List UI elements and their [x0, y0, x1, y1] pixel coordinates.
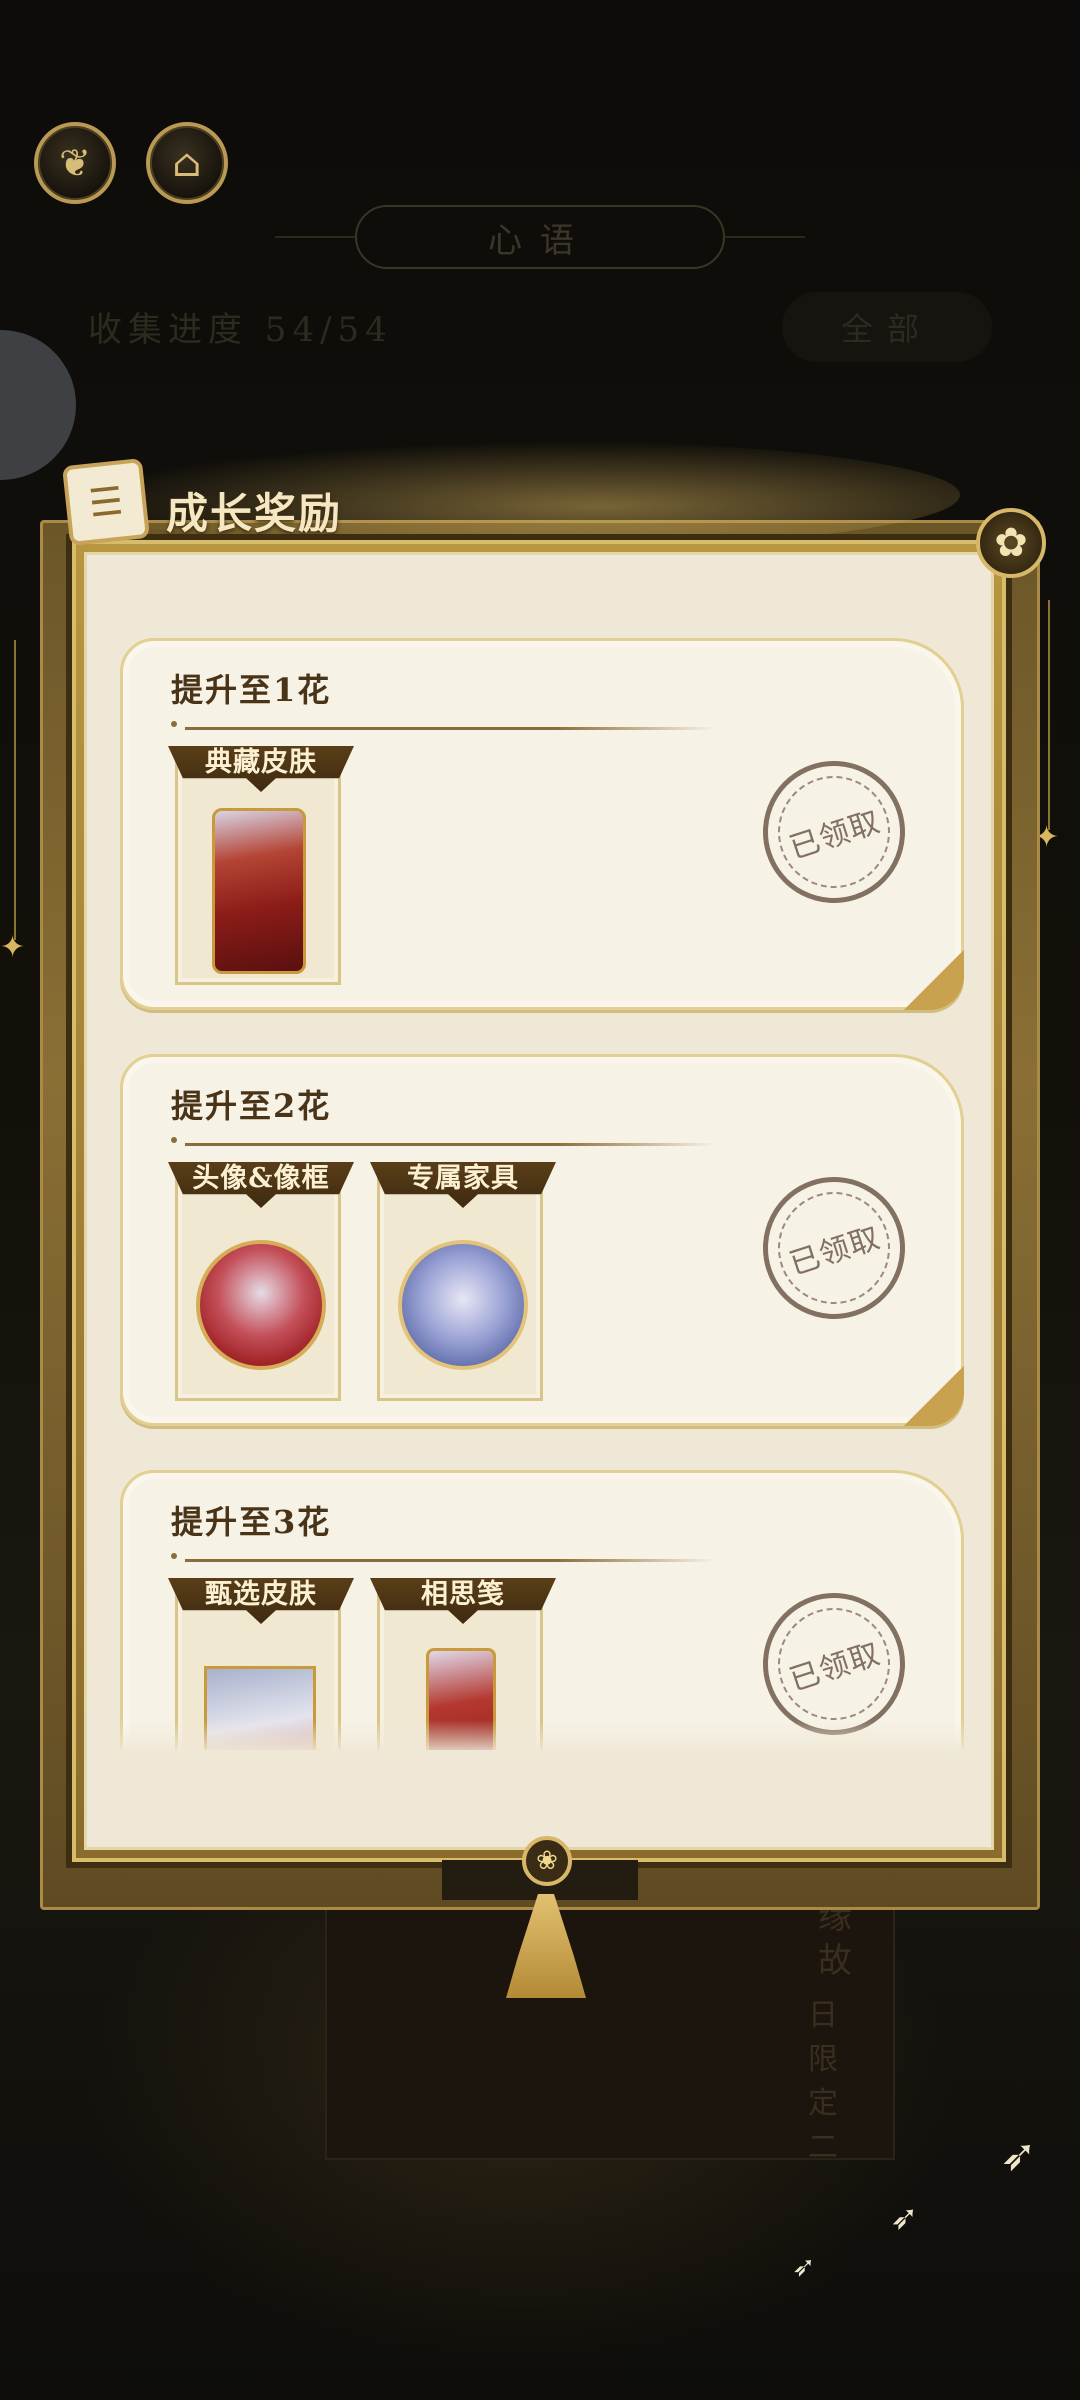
flower-close-icon: ✿ [994, 520, 1028, 566]
reward-tier-list[interactable]: 提升至1花 典藏皮肤 已领取 提升至2花 头像&像框 专属家具 已领取 提升至3… [114, 634, 974, 1750]
claimed-stamp: 已领取 [744, 742, 924, 922]
reward-tier-3: 提升至3花 甄选皮肤 相思笺 已领取 [120, 1470, 964, 1750]
collection-progress: 收集进度 54/54 [88, 310, 393, 350]
furniture-image [398, 1240, 528, 1370]
reward-item-skin[interactable]: 典藏皮肤 [168, 746, 354, 985]
chain-ornament [1048, 600, 1050, 830]
chain-ornament [14, 640, 16, 940]
list-fade [114, 1720, 974, 1756]
title-line-right [725, 236, 805, 238]
leaf-emblem-icon[interactable]: ❦ [34, 122, 116, 204]
tier-title: 提升至3花 [171, 1503, 332, 1541]
reward-tier-2: 提升至2花 头像&像框 专属家具 已领取 [120, 1054, 964, 1426]
tier-title: 提升至2花 [171, 1087, 332, 1125]
avatar-frame-image [196, 1240, 326, 1370]
close-button[interactable]: ✿ [976, 508, 1046, 578]
claimed-stamp: 已领取 [744, 1158, 924, 1338]
reward-label: 专属家具 [370, 1162, 556, 1208]
tier-divider [171, 1553, 715, 1562]
pavilion-icon[interactable]: ⌂ [146, 122, 228, 204]
sparkle-icon: ➶ [1000, 2130, 1037, 2181]
flower-knot-icon: ❀ [522, 1836, 572, 1886]
reward-label: 典藏皮肤 [168, 746, 354, 792]
scroll-document-icon: ☰ [62, 458, 150, 546]
tier-divider [171, 1137, 715, 1146]
page-title: 心语 [355, 205, 725, 269]
reward-item-avatar-frame[interactable]: 头像&像框 [168, 1162, 354, 1401]
tier-title: 提升至1花 [171, 671, 332, 709]
skin-portrait-image [212, 808, 306, 974]
title-line-left [275, 236, 355, 238]
filter-label: 全部 [840, 310, 933, 348]
star-ornament-icon: ✦ [0, 930, 26, 965]
sparkle-icon: ➶ [890, 2198, 919, 2238]
filter-dropdown[interactable]: 全部 [782, 292, 992, 362]
sparkle-icon: ➶ [792, 2250, 816, 2283]
reward-item-furniture[interactable]: 专属家具 [370, 1162, 556, 1401]
reward-tier-1: 提升至1花 典藏皮肤 已领取 [120, 638, 964, 1010]
reward-label: 相思笺 [370, 1578, 556, 1624]
modal-title: 成长奖励 [166, 489, 343, 538]
reward-label: 头像&像框 [168, 1162, 354, 1208]
background-card-text2: 日限定二 [808, 1998, 838, 2165]
tier-divider [171, 721, 715, 730]
reward-label: 甄选皮肤 [168, 1578, 354, 1624]
